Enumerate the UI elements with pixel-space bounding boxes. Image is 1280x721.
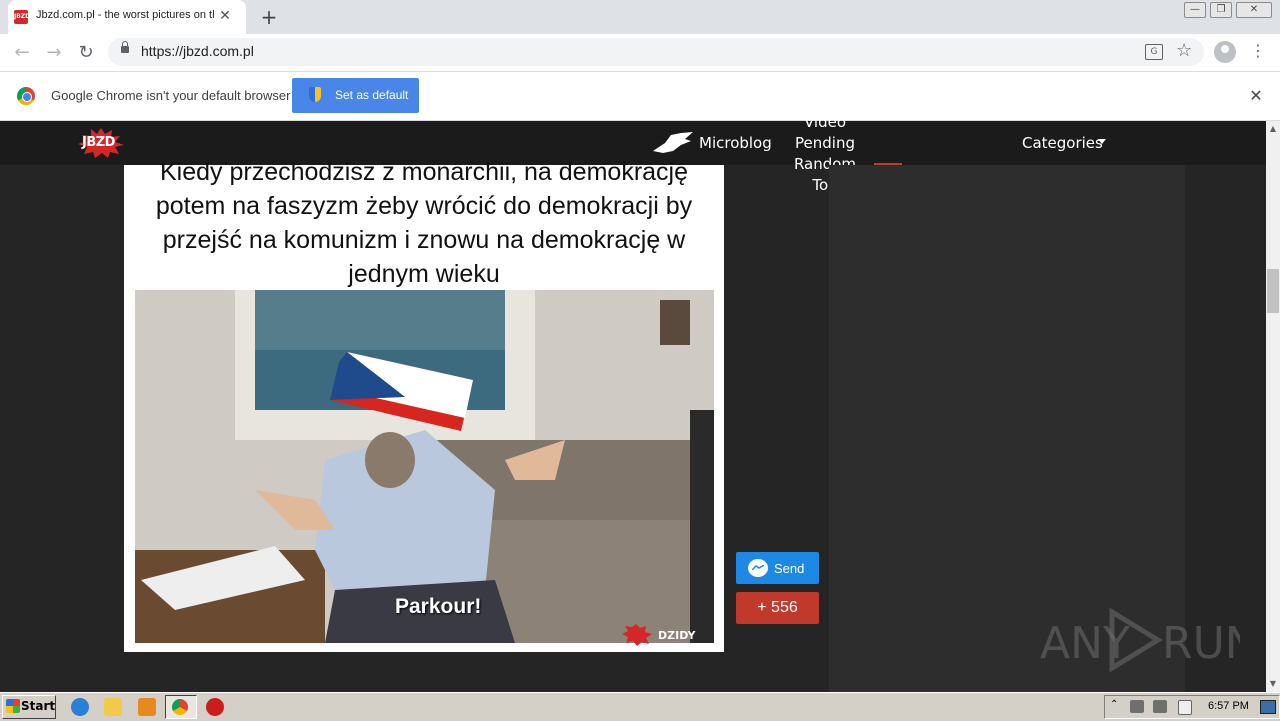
back-button[interactable]: ←: [10, 41, 34, 65]
volume-icon[interactable]: [1153, 700, 1167, 713]
site-favicon-icon: JBZD: [14, 10, 30, 24]
tab-title: Jbzd.com.pl - the worst pictures on the …: [36, 9, 214, 21]
tab-close-icon[interactable]: ✕: [216, 7, 234, 25]
internet-explorer-icon[interactable]: [71, 698, 89, 716]
show-desktop-icon[interactable]: [1260, 700, 1276, 714]
media-player-icon[interactable]: [138, 698, 156, 716]
tray-expand-icon[interactable]: ⌃: [1110, 699, 1118, 710]
messenger-bolt-icon: [752, 565, 764, 570]
lock-icon[interactable]: [121, 46, 129, 53]
windows-flag-icon: [6, 699, 20, 713]
svg-text:RUN: RUN: [1162, 618, 1240, 669]
window-maximize-button[interactable]: ❐: [1210, 2, 1232, 18]
network-icon[interactable]: [1130, 700, 1144, 713]
infobar-message: Google Chrome isn't your default browser: [51, 88, 291, 103]
browser-menu-icon[interactable]: ⋮: [1250, 41, 1266, 60]
new-tab-button[interactable]: +: [258, 6, 280, 28]
nav-video[interactable]: Video: [790, 112, 860, 133]
close-icon: ✕: [1249, 4, 1259, 15]
scroll-up-arrow-icon[interactable]: ▲: [1266, 121, 1280, 137]
image-subtitle: Parkour!: [395, 595, 482, 618]
address-bar[interactable]: [108, 38, 1204, 66]
scroll-down-arrow-icon[interactable]: ▼: [1266, 676, 1280, 692]
post-image[interactable]: [135, 290, 714, 643]
bookmark-star-icon[interactable]: ☆: [1176, 40, 1192, 61]
caret-down-icon: [1098, 139, 1106, 144]
nav-pending[interactable]: Pending: [790, 133, 860, 154]
action-center-flag-icon[interactable]: [1178, 700, 1192, 715]
minimize-icon: —: [1190, 4, 1200, 15]
chrome-icon: [172, 699, 188, 715]
jebzdzidy-watermark-icon: DZIDY: [622, 624, 697, 646]
translate-icon[interactable]: G: [1145, 44, 1163, 60]
taskbar-clock[interactable]: 6:57 PM: [1208, 700, 1249, 712]
shield-icon: [309, 87, 321, 102]
scroll-thumb[interactable]: [1267, 269, 1279, 313]
profile-avatar-head: [1221, 45, 1229, 53]
page-scrollbar[interactable]: [1266, 121, 1280, 692]
svg-text:ANY: ANY: [1040, 618, 1130, 669]
window-minimize-button[interactable]: —: [1184, 2, 1206, 18]
nav-categories-dropdown[interactable]: Categories: [1022, 134, 1103, 152]
window-close-button[interactable]: ✕: [1236, 2, 1272, 18]
post-caption: Kiedy przechodzisz z monarchii, na demok…: [155, 158, 693, 288]
svg-text:DZIDY: DZIDY: [658, 629, 697, 642]
forward-button[interactable]: →: [42, 41, 66, 65]
url-text[interactable]: https://jbzd.com.pl: [141, 43, 254, 59]
opera-icon[interactable]: [206, 698, 224, 716]
reload-button[interactable]: ↻: [74, 41, 98, 65]
start-label: Start: [21, 699, 56, 713]
nav-microblog[interactable]: Microblog: [699, 134, 772, 152]
anyrun-watermark-icon: ANY RUN: [1040, 608, 1240, 673]
maximize-icon: ❐: [1216, 4, 1226, 15]
send-label: Send: [774, 561, 805, 576]
set-as-default-label: Set as default: [335, 88, 409, 102]
file-explorer-icon[interactable]: [104, 698, 122, 716]
microblog-icon: [653, 132, 693, 153]
jbzd-logo-text: JBZD: [82, 135, 115, 150]
upvote-count: + 556: [757, 599, 798, 616]
chrome-logo-center: [22, 92, 32, 102]
infobar-close-icon[interactable]: ✕: [1247, 86, 1265, 105]
